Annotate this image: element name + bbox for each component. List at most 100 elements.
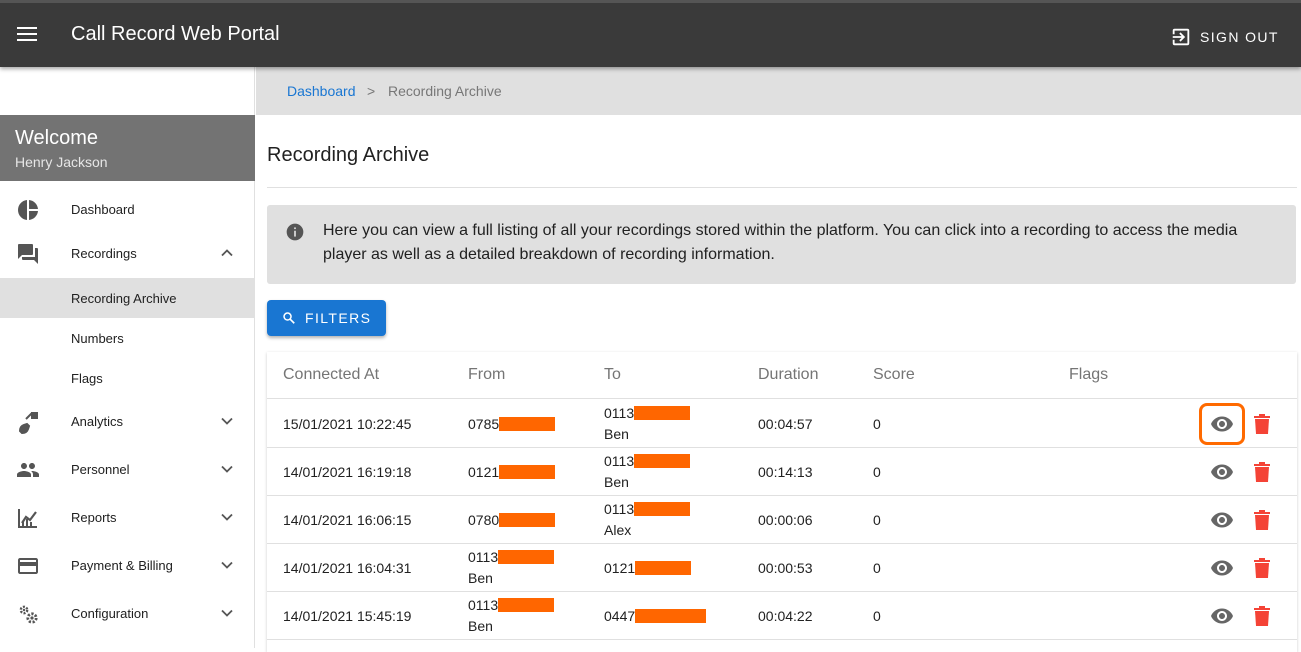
column-header-score: Score bbox=[873, 366, 915, 383]
redaction-mark bbox=[499, 417, 556, 431]
to-number: 0447 bbox=[604, 608, 636, 624]
redaction-mark bbox=[499, 465, 556, 479]
from-cell: 0780 bbox=[468, 512, 556, 528]
sidebar-item-recording-archive[interactable]: Recording Archive bbox=[0, 278, 255, 318]
to-cell: 0447 bbox=[604, 608, 707, 624]
to-number: 0113 bbox=[604, 501, 635, 517]
connected-at-cell: 15/01/2021 10:22:45 bbox=[283, 416, 412, 432]
sidebar-item-recordings[interactable]: Recordings bbox=[0, 233, 255, 273]
search-icon bbox=[283, 312, 295, 324]
chevron-down-icon[interactable] bbox=[219, 605, 235, 621]
breadcrumb-link-dashboard[interactable]: Dashboard bbox=[287, 83, 356, 99]
people-icon bbox=[17, 463, 39, 477]
sidebar-item-analytics[interactable]: Analytics bbox=[0, 401, 255, 441]
eye-icon[interactable] bbox=[1210, 508, 1234, 532]
from-cell: 0785 bbox=[468, 416, 556, 432]
sidebar-item-personnel[interactable]: Personnel bbox=[0, 449, 255, 489]
to-name: Alex bbox=[604, 522, 632, 538]
to-number: 0113 bbox=[604, 405, 635, 421]
info-icon bbox=[286, 223, 304, 241]
eye-icon[interactable] bbox=[1210, 460, 1234, 484]
sign-out-label: SIGN OUT bbox=[1200, 29, 1279, 45]
table-row[interactable]: 14/01/2021 16:04:31 0113 Ben 0121 00:00:… bbox=[267, 544, 1297, 592]
credit-card-icon bbox=[18, 558, 38, 574]
sign-out-button[interactable]: SIGN OUT bbox=[1170, 25, 1279, 49]
from-number: 0113 bbox=[468, 597, 499, 613]
to-number: 0121 bbox=[604, 560, 636, 576]
table-row[interactable]: 14/01/2021 16:19:18 0121 0113 Ben 00:14:… bbox=[267, 448, 1297, 496]
table-row[interactable]: 14/01/2021 16:06:15 0780 0113 Alex 00:00… bbox=[267, 496, 1297, 544]
score-cell: 0 bbox=[873, 512, 881, 528]
chevron-down-icon[interactable] bbox=[219, 461, 235, 477]
page-title: Recording Archive bbox=[267, 144, 430, 166]
duration-cell: 00:00:06 bbox=[758, 512, 813, 528]
eye-icon[interactable] bbox=[1210, 604, 1234, 628]
eye-icon[interactable] bbox=[1210, 556, 1234, 580]
connected-at-cell: 14/01/2021 16:04:31 bbox=[283, 560, 412, 576]
filters-button[interactable]: FILTERS bbox=[267, 300, 386, 336]
breadcrumb-separator: > bbox=[367, 83, 376, 99]
sidebar-item-configuration[interactable]: Configuration bbox=[0, 593, 255, 633]
to-cell: 0113 bbox=[604, 501, 691, 517]
sign-out-icon bbox=[1172, 28, 1190, 46]
redaction-mark bbox=[634, 502, 691, 516]
eye-icon[interactable] bbox=[1210, 412, 1234, 436]
table-header: Connected At From To Duration Score Flag… bbox=[267, 352, 1297, 399]
from-name: Ben bbox=[468, 570, 493, 586]
from-name: Ben bbox=[468, 618, 493, 634]
duration-cell: 00:00:53 bbox=[758, 560, 813, 576]
sidebar-item-flags[interactable]: Flags bbox=[0, 358, 255, 398]
redaction-mark bbox=[634, 406, 691, 420]
filters-label: FILTERS bbox=[305, 310, 372, 326]
redaction-mark bbox=[498, 550, 555, 564]
column-header-from: From bbox=[468, 366, 506, 383]
to-name: Ben bbox=[604, 426, 629, 442]
redaction-mark bbox=[499, 513, 556, 527]
from-number: 0113 bbox=[468, 549, 499, 565]
to-cell: 0113 bbox=[604, 453, 691, 469]
delete-icon[interactable] bbox=[1253, 604, 1271, 628]
duration-cell: 00:04:22 bbox=[758, 608, 813, 624]
sidebar-item-dashboard[interactable]: Dashboard bbox=[0, 189, 255, 229]
chevron-down-icon[interactable] bbox=[219, 557, 235, 573]
gears-icon bbox=[19, 605, 38, 624]
sidebar: Welcome Henry Jackson Dashboard Recordin… bbox=[0, 67, 255, 648]
breadcrumb-current: Recording Archive bbox=[388, 83, 502, 99]
sidebar-item-label: Numbers bbox=[71, 331, 124, 346]
chevron-up-icon[interactable] bbox=[219, 245, 235, 261]
delete-icon[interactable] bbox=[1253, 556, 1271, 580]
menu-icon[interactable] bbox=[17, 27, 37, 41]
from-cell: 0113 bbox=[468, 597, 555, 613]
sidebar-item-numbers[interactable]: Numbers bbox=[0, 318, 255, 358]
to-cell: 0121 bbox=[604, 560, 692, 576]
from-number: 0785 bbox=[468, 416, 500, 432]
redaction-mark bbox=[635, 561, 692, 575]
divider bbox=[267, 187, 1297, 188]
delete-icon[interactable] bbox=[1253, 412, 1271, 436]
redaction-mark bbox=[498, 598, 555, 612]
column-header-duration: Duration bbox=[758, 366, 819, 383]
sidebar-item-label: Flags bbox=[71, 371, 103, 386]
delete-icon[interactable] bbox=[1253, 460, 1271, 484]
connected-at-cell: 14/01/2021 16:06:15 bbox=[283, 512, 412, 528]
app-title: Call Record Web Portal bbox=[71, 23, 280, 45]
sidebar-item-payment-billing[interactable]: Payment & Billing bbox=[0, 545, 255, 585]
user-name: Henry Jackson bbox=[15, 154, 108, 170]
duration-cell: 00:14:13 bbox=[758, 464, 813, 480]
table-row[interactable]: 15/01/2021 10:22:45 0785 0113 Ben 00:04:… bbox=[267, 400, 1297, 448]
chevron-down-icon[interactable] bbox=[219, 509, 235, 525]
from-cell: 0121 bbox=[468, 464, 556, 480]
score-cell: 0 bbox=[873, 464, 881, 480]
from-cell: 0113 bbox=[468, 549, 555, 565]
redaction-mark bbox=[635, 609, 707, 623]
from-number: 0780 bbox=[468, 512, 500, 528]
delete-icon[interactable] bbox=[1253, 508, 1271, 532]
info-text: Here you can view a full listing of all … bbox=[323, 222, 1238, 263]
to-name: Ben bbox=[604, 474, 629, 490]
welcome-heading: Welcome bbox=[15, 127, 98, 149]
connected-at-cell: 14/01/2021 15:45:19 bbox=[283, 608, 412, 624]
table-row[interactable]: 14/01/2021 15:45:19 0113 Ben 0447 00:04:… bbox=[267, 592, 1297, 640]
chevron-down-icon[interactable] bbox=[219, 413, 235, 429]
sidebar-item-reports[interactable]: Reports bbox=[0, 497, 255, 537]
sidebar-item-label: Recording Archive bbox=[71, 291, 177, 306]
